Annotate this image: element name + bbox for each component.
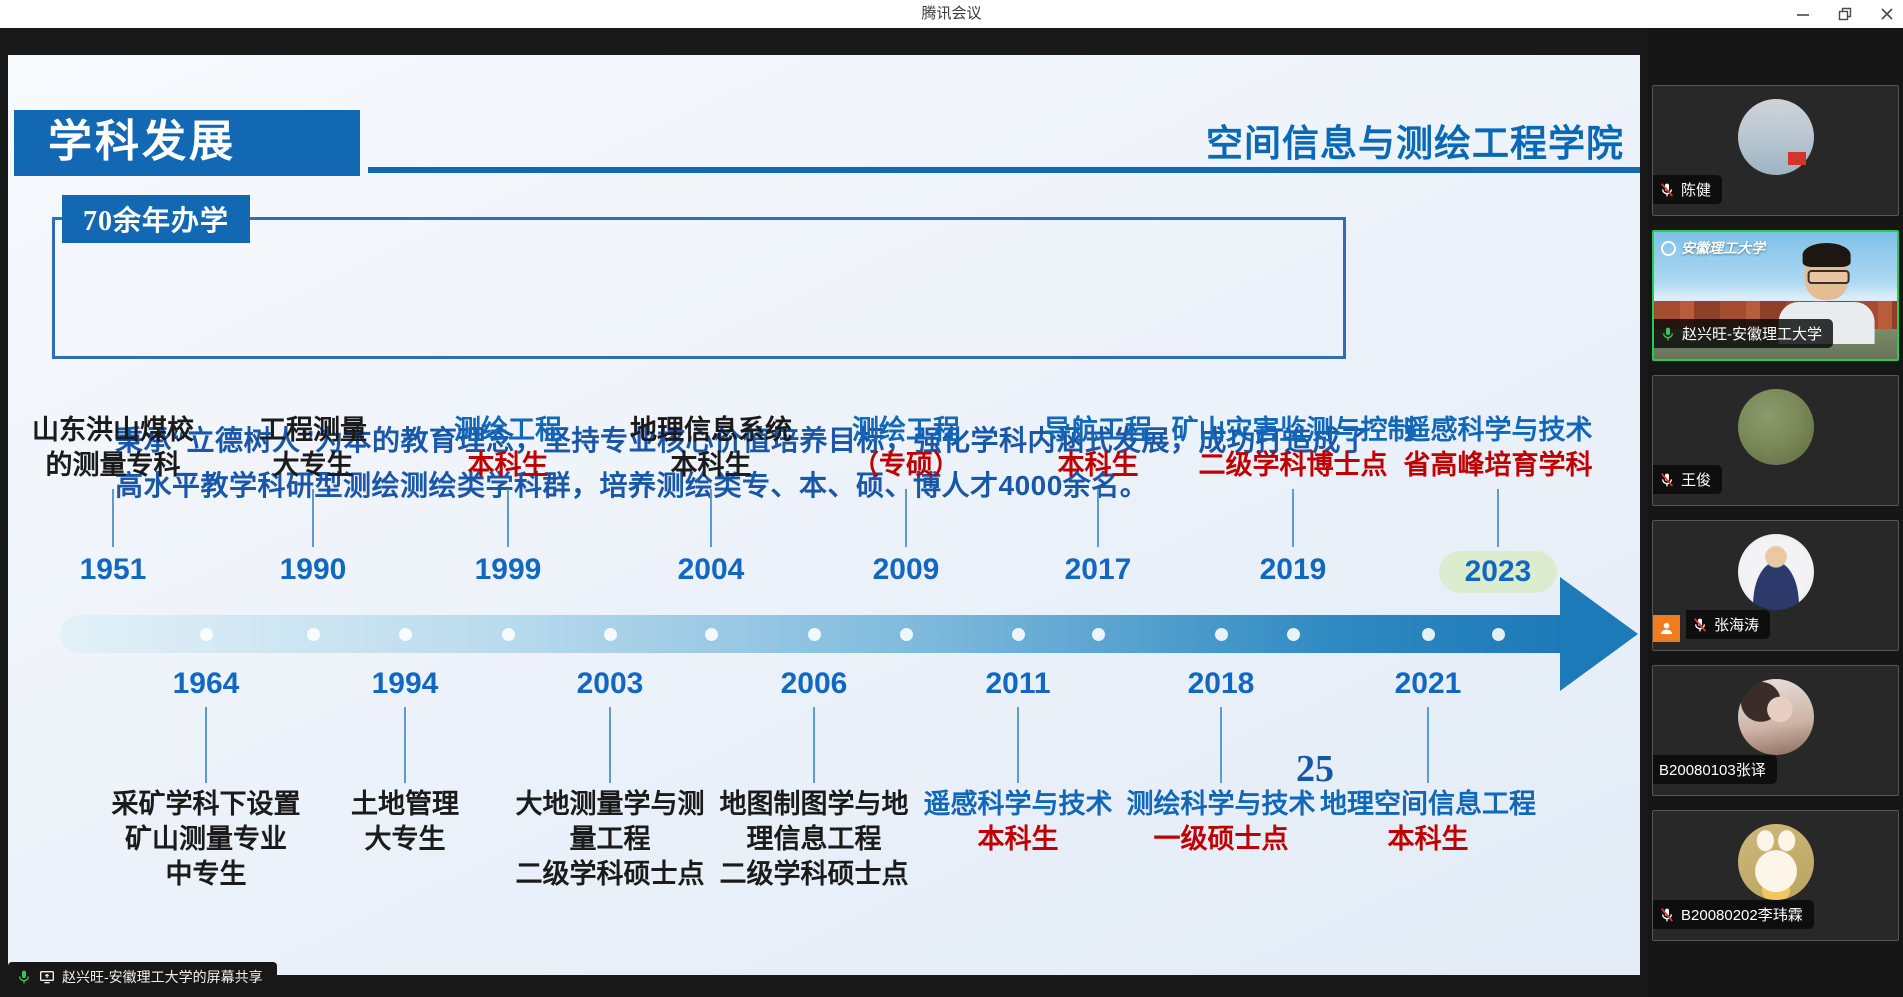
participant-nametag: 张海涛 (1686, 610, 1770, 639)
participant-tile[interactable]: 陈健 (1652, 85, 1899, 216)
participant-tile[interactable]: 王俊 (1652, 375, 1899, 506)
avatar (1738, 389, 1814, 465)
avatar (1738, 824, 1814, 900)
presentation-slide: 学科发展 空间信息与测绘工程学院 秉承“立德树人”为本的教育理念，坚持专业核心价… (8, 55, 1640, 975)
participant-nametag: B20080103张译 (1653, 755, 1777, 784)
participant-tile[interactable]: 张海涛 (1652, 520, 1899, 651)
timeline-dot (808, 628, 821, 641)
mic-muted-icon (1692, 617, 1708, 633)
participant-tile[interactable]: B20080103张译 (1652, 665, 1899, 796)
screen-share-statusbar[interactable]: 赵兴旺-安徽理工大学的屏幕共享 (8, 962, 277, 992)
window-controls (1795, 0, 1895, 28)
connector-line (609, 707, 611, 783)
connector-line (1497, 489, 1499, 547)
milestone-label-line: 省高峰培育学科 (1338, 448, 1640, 483)
connector-line (1292, 489, 1294, 547)
university-logo-text: 安徽理工大学 (1681, 238, 1765, 258)
connector-line (710, 489, 712, 547)
avatar (1738, 534, 1814, 610)
connector-line (112, 489, 114, 547)
timeline-dot (1012, 628, 1025, 641)
avatar (1738, 679, 1814, 755)
timeline-dot (1287, 628, 1300, 641)
mic-on-icon (1660, 326, 1676, 342)
timeline-dot (705, 628, 718, 641)
participant-name: 赵兴旺-安徽理工大学 (1682, 323, 1822, 344)
participant-nametag: B20080202李玮霖 (1653, 900, 1814, 929)
participant-nametag: 陈健 (1653, 175, 1722, 204)
connector-line (1220, 707, 1222, 783)
avatar (1738, 99, 1814, 175)
university-logo-icon (1661, 241, 1676, 256)
screen-share-icon (39, 969, 55, 985)
page-number: 25 (1296, 747, 1334, 791)
timeline: 山东洪山煤校的测量专科1951工程测量大专生1990测绘工程本科生1999地理信… (8, 55, 1640, 975)
milestone-label-line: 本科生 (1268, 822, 1588, 857)
person-head (1804, 250, 1848, 300)
connector-line (312, 489, 314, 547)
screen-share-region: 学科发展 空间信息与测绘工程学院 秉承“立德树人”为本的教育理念，坚持专业核心价… (0, 28, 1648, 997)
tencent-meeting-window: 腾讯会议 学科发展 空间信息与测绘工程学院 秉承 (0, 0, 1903, 997)
participant-nametag: 王俊 (1653, 465, 1722, 494)
participant-name: 张海涛 (1714, 614, 1759, 635)
milestone-year: 2021 (1268, 665, 1588, 703)
connector-line (205, 707, 207, 783)
window-title: 腾讯会议 (0, 0, 1903, 28)
timeline-dot (900, 628, 913, 641)
mic-muted-icon (1659, 907, 1675, 923)
mic-on-icon (16, 969, 32, 985)
participant-name: B20080103张译 (1659, 759, 1766, 780)
connector-line (1427, 707, 1429, 783)
participants-sidebar[interactable]: 陈健 安徽理工大学 赵兴旺-安徽理工大学 王俊 张海涛 B20080103张译 (1648, 28, 1903, 997)
mic-muted-icon (1659, 472, 1675, 488)
connector-line (404, 707, 406, 783)
timeline-dot (502, 628, 515, 641)
timeline-dot (1215, 628, 1228, 641)
university-logo: 安徽理工大学 (1661, 238, 1765, 258)
minimize-button[interactable] (1795, 6, 1811, 22)
screen-share-label: 赵兴旺-安徽理工大学的屏幕共享 (62, 967, 263, 987)
timeline-dot (399, 628, 412, 641)
timeline-dot (1092, 628, 1105, 641)
milestone-label-line: 中专生 (46, 857, 366, 892)
timeline-dot (604, 628, 617, 641)
restore-button[interactable] (1837, 6, 1853, 22)
connector-line (1097, 489, 1099, 547)
participant-tile[interactable]: B20080202李玮霖 (1652, 810, 1899, 941)
milestone-label: 地理空间信息工程本科生 (1268, 787, 1588, 857)
timeline-dot (307, 628, 320, 641)
connector-line (813, 707, 815, 783)
timeline-dot (200, 628, 213, 641)
participant-tile[interactable]: 安徽理工大学 赵兴旺-安徽理工大学 (1652, 230, 1899, 361)
person-icon (1658, 620, 1675, 637)
connector-line (1017, 707, 1019, 783)
milestone-label-line: 遥感科学与技术 (1338, 413, 1640, 448)
milestone-year: 2023 (1439, 551, 1558, 593)
milestone-label-line: 地理空间信息工程 (1268, 787, 1588, 822)
participant-name: 王俊 (1681, 469, 1711, 490)
milestone-2023: 遥感科学与技术省高峰培育学科 2023 (1338, 413, 1640, 593)
coorganizer-badge (1653, 615, 1680, 642)
connector-line (507, 489, 509, 547)
timeline-bar (60, 615, 1560, 653)
milestone-label-line: 二级学科硕士点 (654, 857, 974, 892)
participant-nametag: 赵兴旺-安徽理工大学 (1654, 319, 1833, 348)
participant-name: B20080202李玮霖 (1681, 904, 1803, 925)
connector-line (905, 489, 907, 547)
close-button[interactable] (1879, 6, 1895, 22)
milestone-label: 遥感科学与技术省高峰培育学科 (1338, 413, 1640, 483)
mic-muted-icon (1659, 182, 1675, 198)
timeline-dot (1492, 628, 1505, 641)
timeline-dot (1422, 628, 1435, 641)
participant-name: 陈健 (1681, 179, 1711, 200)
window-titlebar: 腾讯会议 (0, 0, 1903, 28)
